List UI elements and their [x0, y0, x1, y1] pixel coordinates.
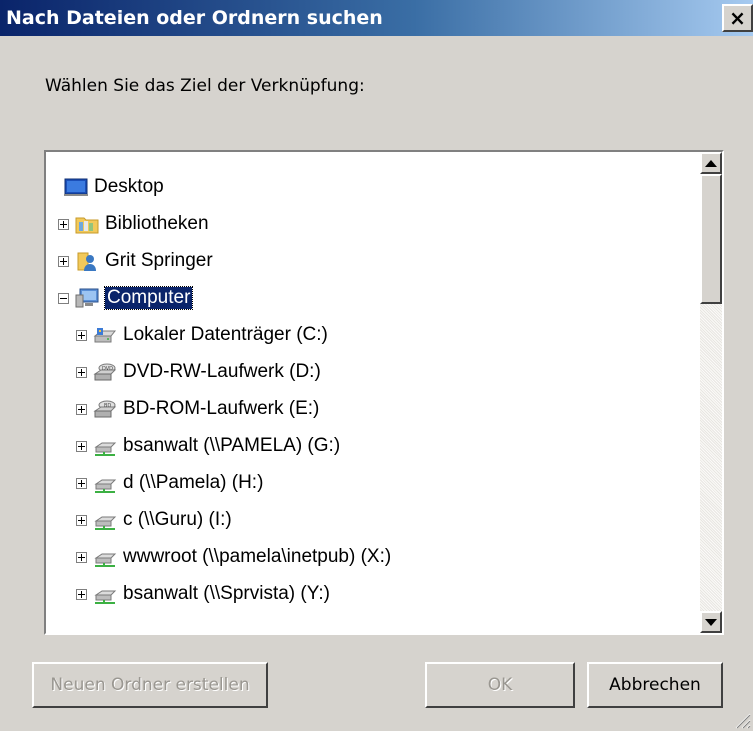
- tree-item-drive-x[interactable]: wwwroot (\\pamela\inetpub) (X:): [76, 542, 391, 572]
- close-icon: ×: [729, 6, 746, 30]
- cancel-button[interactable]: Abbrechen: [587, 662, 723, 708]
- tree-item-label: Lokaler Datenträger (C:): [123, 324, 328, 345]
- tree-item-drive-d[interactable]: DVD DVD-RW-Laufwerk (D:): [76, 357, 321, 387]
- tree-item-label: bsanwalt (\\Sprvista) (Y:): [123, 583, 330, 604]
- tree-item-desktop[interactable]: Desktop: [64, 172, 164, 202]
- arrow-up-icon: [705, 159, 717, 167]
- ok-button[interactable]: OK: [425, 662, 575, 708]
- tree-item-label: Grit Springer: [105, 250, 213, 271]
- tree-content: Desktop Bibliotheken Grit Springer Compu…: [46, 152, 696, 633]
- tree-item-label: bsanwalt (\\PAMELA) (G:): [123, 435, 341, 456]
- svg-text:BD: BD: [104, 403, 111, 409]
- tree-item-computer[interactable]: Computer: [58, 283, 194, 313]
- tree-item-label: wwwroot (\\pamela\inetpub) (X:): [123, 546, 392, 567]
- tree-item-drive-y[interactable]: bsanwalt (\\Sprvista) (Y:): [76, 579, 330, 609]
- scroll-up-button[interactable]: [700, 152, 722, 174]
- vertical-scrollbar[interactable]: [700, 152, 722, 633]
- title-bar: Nach Dateien oder Ordnern suchen ×: [0, 0, 753, 36]
- expand-icon[interactable]: [76, 477, 87, 489]
- desktop-icon: [64, 176, 88, 198]
- scroll-thumb[interactable]: [700, 174, 722, 304]
- expand-icon[interactable]: [76, 588, 87, 600]
- tree-item-user[interactable]: Grit Springer: [58, 246, 213, 276]
- window-title: Nach Dateien oder Ordnern suchen: [6, 7, 383, 29]
- expand-icon[interactable]: [76, 514, 87, 526]
- expand-icon[interactable]: [76, 440, 87, 452]
- network-drive-icon: [93, 509, 117, 531]
- svg-text:DVD: DVD: [102, 366, 113, 372]
- expand-icon[interactable]: [58, 255, 69, 267]
- tree-item-label: BD-ROM-Laufwerk (E:): [123, 398, 320, 419]
- tree-item-label: Bibliotheken: [105, 213, 209, 234]
- libraries-folder-icon: [75, 213, 99, 235]
- tree-item-drive-i[interactable]: c (\\Guru) (I:): [76, 505, 232, 535]
- tree-item-label: Computer: [103, 286, 194, 310]
- resize-grip-icon[interactable]: [733, 711, 751, 729]
- network-drive-icon: [93, 546, 117, 568]
- expand-icon[interactable]: [76, 551, 87, 563]
- expand-icon[interactable]: [76, 366, 87, 378]
- new-folder-button[interactable]: Neuen Ordner erstellen: [32, 662, 268, 708]
- network-drive-icon: [93, 472, 117, 494]
- close-button[interactable]: ×: [722, 4, 753, 32]
- expand-icon[interactable]: [76, 329, 87, 341]
- prompt-text: Wählen Sie das Ziel der Verknüpfung:: [45, 76, 365, 96]
- tree-item-label: Desktop: [94, 176, 164, 197]
- tree-item-drive-g[interactable]: bsanwalt (\\PAMELA) (G:): [76, 431, 340, 461]
- scroll-down-button[interactable]: [700, 611, 722, 633]
- folder-tree[interactable]: Desktop Bibliotheken Grit Springer Compu…: [44, 150, 724, 635]
- network-drive-icon: [93, 435, 117, 457]
- tree-item-drive-e[interactable]: BD BD-ROM-Laufwerk (E:): [76, 394, 319, 424]
- collapse-icon[interactable]: [58, 292, 69, 304]
- expand-icon[interactable]: [58, 218, 69, 230]
- tree-item-label: d (\\Pamela) (H:): [123, 472, 264, 493]
- tree-item-label: DVD-RW-Laufwerk (D:): [123, 361, 321, 382]
- bd-drive-icon: BD: [93, 398, 117, 420]
- arrow-down-icon: [705, 618, 717, 626]
- tree-item-drive-h[interactable]: d (\\Pamela) (H:): [76, 468, 263, 498]
- tree-item-drive-c[interactable]: Lokaler Datenträger (C:): [76, 320, 328, 350]
- local-disk-icon: [93, 324, 117, 346]
- user-folder-icon: [75, 250, 99, 272]
- network-drive-icon: [93, 583, 117, 605]
- tree-item-label: c (\\Guru) (I:): [123, 509, 232, 530]
- expand-icon[interactable]: [76, 403, 87, 415]
- dvd-drive-icon: DVD: [93, 361, 117, 383]
- tree-item-libraries[interactable]: Bibliotheken: [58, 209, 209, 239]
- computer-icon: [75, 287, 99, 309]
